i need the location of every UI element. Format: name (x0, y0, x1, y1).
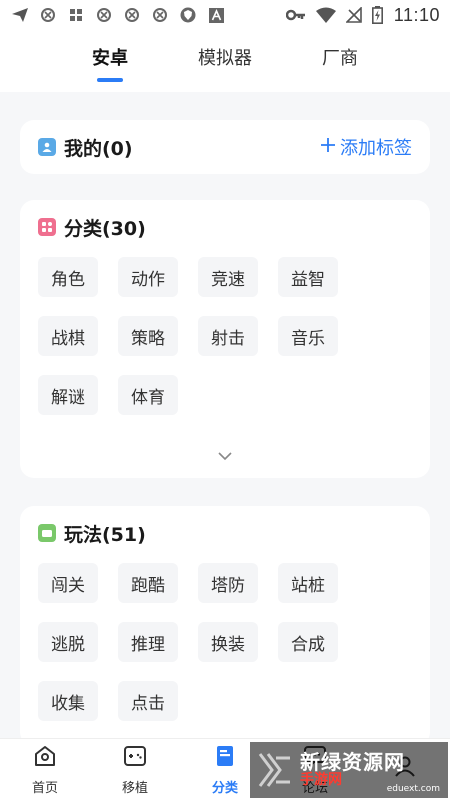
category-title: 分类(30) (64, 217, 146, 240)
tab-active-indicator (97, 78, 123, 82)
forum-icon (302, 743, 328, 773)
category-tags: 角色 动作 竞速 益智 战棋 策略 射击 音乐 解谜 体育 (20, 254, 430, 415)
nav-forum[interactable]: 论坛 (275, 743, 355, 796)
nav-label: 移植 (121, 781, 148, 796)
nav-home[interactable]: 首页 (5, 743, 85, 796)
key-icon (285, 7, 306, 23)
tag-parkour[interactable]: 跑酷 (118, 563, 178, 603)
grid-icon (68, 7, 84, 23)
tag-strategy[interactable]: 策略 (118, 316, 178, 356)
tag-collect[interactable]: 收集 (38, 681, 98, 721)
gameplay-header: 玩法(51) (20, 506, 430, 560)
gameplay-title: 玩法(51) (64, 523, 146, 546)
tag-escape[interactable]: 逃脱 (38, 622, 98, 662)
a-icon (208, 7, 224, 23)
status-bar-left (12, 7, 224, 23)
gamepad-icon (122, 743, 148, 773)
my-tags-title: 我的(0) (64, 137, 133, 160)
gameplay-tags: 闯关 跑酷 塔防 站桩 逃脱 推理 换装 合成 收集 点击 (20, 560, 430, 721)
wifi-icon (315, 7, 336, 23)
my-tags-card: 我的(0) 添加标签 (20, 120, 430, 174)
nav-label: 分类 (211, 781, 238, 796)
tag-dress-up[interactable]: 换装 (198, 622, 258, 662)
tag-music[interactable]: 音乐 (278, 316, 338, 356)
nav-label: 首页 (31, 781, 58, 796)
profile-icon (392, 753, 418, 783)
tag-riddle[interactable]: 解谜 (38, 375, 98, 415)
plus-icon (320, 136, 336, 158)
category-book-icon (212, 743, 238, 773)
tag-role[interactable]: 角色 (38, 257, 98, 297)
send-icon (12, 7, 28, 23)
tag-racing[interactable]: 竞速 (198, 257, 258, 297)
tab-label: 模拟器 (198, 48, 252, 69)
nav-profile[interactable] (365, 753, 445, 787)
gameplay-icon (38, 524, 56, 542)
shield-icon (180, 7, 196, 23)
tag-level[interactable]: 闯关 (38, 563, 98, 603)
tab-label: 厂商 (322, 48, 358, 69)
nav-port[interactable]: 移植 (95, 743, 175, 796)
status-bar: 11:10 (0, 0, 450, 30)
tag-sports[interactable]: 体育 (118, 375, 178, 415)
tag-standing[interactable]: 站桩 (278, 563, 338, 603)
tab-vendor[interactable]: 厂商 (283, 30, 398, 92)
tab-emulator[interactable]: 模拟器 (168, 30, 283, 92)
battery-charging-icon (372, 6, 384, 24)
user-icon (38, 138, 56, 156)
tag-war-chess[interactable]: 战棋 (38, 316, 98, 356)
tag-puzzle[interactable]: 益智 (278, 257, 338, 297)
gameplay-card: 玩法(51) 闯关 跑酷 塔防 站桩 逃脱 推理 换装 合成 收集 点击 (20, 506, 430, 746)
tag-reasoning[interactable]: 推理 (118, 622, 178, 662)
category-header: 分类(30) (20, 200, 430, 254)
tag-merge[interactable]: 合成 (278, 622, 338, 662)
nav-label: 论坛 (301, 781, 328, 796)
tag-action[interactable]: 动作 (118, 257, 178, 297)
home-icon (32, 743, 58, 773)
chevron-down-icon[interactable] (217, 446, 233, 461)
my-tags-header: 我的(0) 添加标签 (20, 120, 430, 174)
notification-icon (96, 7, 112, 23)
bottom-nav: 首页 移植 分类 论坛 (0, 738, 450, 800)
top-tabs: 安卓 模拟器 厂商 (0, 30, 450, 92)
status-bar-right: 11:10 (285, 4, 440, 26)
nav-category[interactable]: 分类 (185, 743, 265, 796)
add-tag-button[interactable]: 添加标签 (320, 134, 412, 160)
notification-icon (40, 7, 56, 23)
notification-icon (124, 7, 140, 23)
tag-click[interactable]: 点击 (118, 681, 178, 721)
tag-shooting[interactable]: 射击 (198, 316, 258, 356)
tab-android[interactable]: 安卓 (53, 30, 168, 92)
category-card: 分类(30) 角色 动作 竞速 益智 战棋 策略 射击 音乐 解谜 体育 (20, 200, 430, 478)
tag-tower-defense[interactable]: 塔防 (198, 563, 258, 603)
status-time: 11:10 (393, 4, 440, 25)
notification-icon (152, 7, 168, 23)
add-tag-label: 添加标签 (340, 138, 412, 159)
no-signal-icon (345, 7, 362, 23)
tab-label: 安卓 (92, 48, 128, 69)
category-icon (38, 218, 56, 236)
